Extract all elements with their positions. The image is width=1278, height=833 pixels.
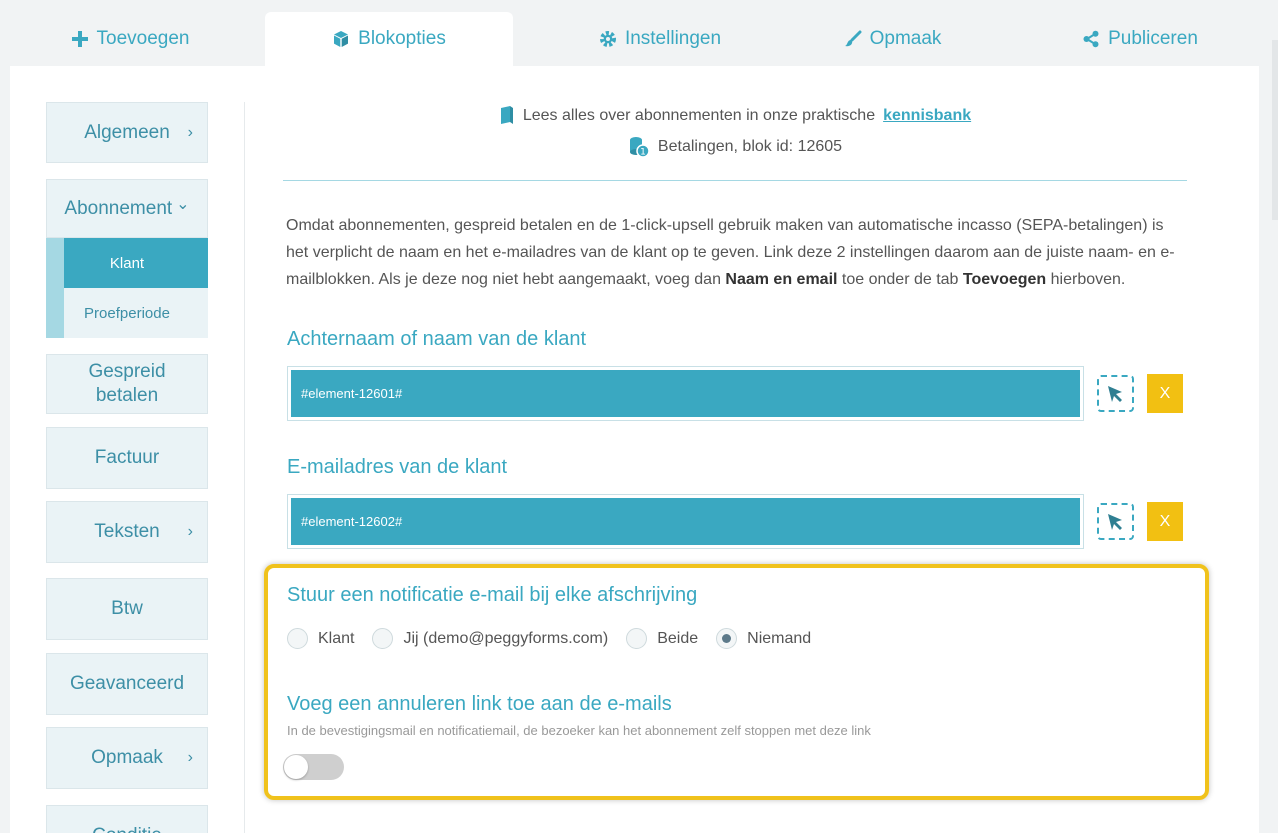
sidebar-divider [244,102,245,833]
tab-label: Blokopties [358,28,446,49]
sidebar-item-teksten[interactable]: Teksten › [46,501,208,563]
sidebar-item-geavanceerd[interactable]: Geavanceerd [46,653,208,715]
toggle-knob [284,755,308,779]
tab-instellingen[interactable]: Instellingen [560,12,760,66]
radio-klant[interactable]: Klant [287,628,354,649]
sidebar-item-label: Algemeen [84,121,170,143]
chevron-right-icon: › [187,749,193,766]
kennisbank-link[interactable]: kennisbank [883,107,971,125]
cancel-link-heading: Voeg een annuleren link toe aan de e-mai… [287,693,672,715]
sidebar-item-conditie[interactable]: Conditie [46,805,208,833]
chevron-right-icon: › [187,523,193,540]
radio-circle[interactable] [626,628,648,649]
info-block-id: 1 Betalingen, blok id: 12605 [283,136,1187,158]
tab-label: Opmaak [869,28,942,49]
sidebar-item-label: Gespreid betalen [88,361,166,406]
email-clear-button[interactable]: X [1147,502,1183,541]
sidebar-item-label: Factuur [94,447,160,468]
sidebar-item-abonnement[interactable]: Abonnement ⌄ [46,179,208,238]
window-edge [1272,40,1278,220]
info-kennisbank: Lees alles over abonnementen in onze pra… [283,106,1187,126]
paragraph-text: toe onder de tab [837,271,963,288]
tab-blokopties[interactable]: Blokopties [265,12,513,66]
sidebar-item-label: Geavanceerd [69,673,185,694]
tab-publiceren[interactable]: Publiceren [1040,12,1240,66]
sidebar-item-opmaak[interactable]: Opmaak › [46,727,208,789]
radio-label: Jij (demo@peggyforms.com) [403,629,609,647]
cancel-link-description: In de bevestigingsmail en notificatiemai… [287,723,871,738]
share-icon [1083,30,1099,48]
sidebar-item-label: Btw [111,598,143,619]
plus-icon [71,31,88,47]
chevron-down-icon: ⌄ [176,195,190,213]
sidebar-item-btw[interactable]: Btw [46,578,208,640]
info-text: Lees alles over abonnementen in onze pra… [522,107,876,124]
sidebar-item-factuur[interactable]: Factuur [46,427,208,489]
subitem-indicator [46,288,64,338]
name-field-wrapper: #element-12601# [287,366,1084,421]
coins-icon: 1 [629,137,650,158]
book-icon [500,106,513,124]
sidebar-item-algemeen[interactable]: Algemeen › [46,102,208,163]
subitem-indicator [46,238,64,288]
tab-label: Toevoegen [96,28,190,49]
radio-label: Beide [657,629,699,647]
notification-heading: Stuur een notificatie e-mail bij elke af… [287,584,698,606]
radio-circle[interactable] [372,628,394,649]
info-divider [283,180,1187,181]
notification-radio-group: Klant Jij (demo@peggyforms.com) Beide Ni… [287,628,829,649]
sidebar-item-label: Abonnement [64,197,173,219]
radio-label: Niemand [747,629,812,647]
name-clear-button[interactable]: X [1147,374,1183,413]
subitem-label: Proefperiode [84,304,170,322]
radio-circle-checked[interactable] [716,628,738,649]
name-heading: Achternaam of naam van de klant [287,328,587,350]
name-pick-element-button[interactable] [1097,375,1134,412]
sidebar-subitem-klant[interactable]: Klant [46,238,208,288]
sidebar-item-label: Teksten [94,521,160,542]
tab-label: Instellingen [624,28,722,49]
main-panel: Algemeen › Abonnement ⌄ Klant Proefperio… [10,66,1259,833]
paragraph-text: hierboven. [1046,271,1126,288]
svg-text:1: 1 [640,148,646,158]
email-field-wrapper: #element-12602# [287,494,1084,549]
top-tab-bar: Toevoegen Blokopties Instellingen Opmaak… [0,0,1278,66]
tab-label: Publiceren [1108,28,1198,49]
email-element-field[interactable]: #element-12602# [291,498,1080,545]
email-heading: E-mailadres van de klant [287,456,508,478]
radio-jij[interactable]: Jij (demo@peggyforms.com) [372,628,608,649]
tab-toevoegen[interactable]: Toevoegen [40,12,220,66]
name-element-field[interactable]: #element-12601# [291,370,1080,417]
email-pick-element-button[interactable] [1097,503,1134,540]
sidebar-item-label: Conditie [92,824,162,833]
radio-label: Klant [318,629,355,647]
gear-icon [599,31,616,47]
subitem-label: Klant [109,254,145,272]
cursor-icon [1107,385,1122,402]
sidebar-subitem-proefperiode[interactable]: Proefperiode [46,288,208,338]
cursor-icon [1107,513,1122,530]
paragraph-bold-toevoegen: Toevoegen [962,271,1047,288]
paragraph-bold-naam-email: Naam en email [725,271,838,288]
brush-icon [844,30,862,47]
sidebar-item-label: Opmaak [91,747,163,768]
chevron-right-icon: › [187,123,193,141]
cancel-link-toggle[interactable] [283,754,344,780]
intro-paragraph: Omdat abonnementen, gespreid betalen en … [286,212,1186,293]
radio-circle[interactable] [287,628,308,649]
radio-niemand[interactable]: Niemand [716,628,811,649]
radio-beide[interactable]: Beide [626,628,698,649]
cube-icon [334,31,349,47]
tab-opmaak[interactable]: Opmaak [800,12,985,66]
sidebar-item-gespreid-betalen[interactable]: Gespreid betalen [46,354,208,414]
block-id-text: Betalingen, blok id: 12605 [657,138,843,155]
